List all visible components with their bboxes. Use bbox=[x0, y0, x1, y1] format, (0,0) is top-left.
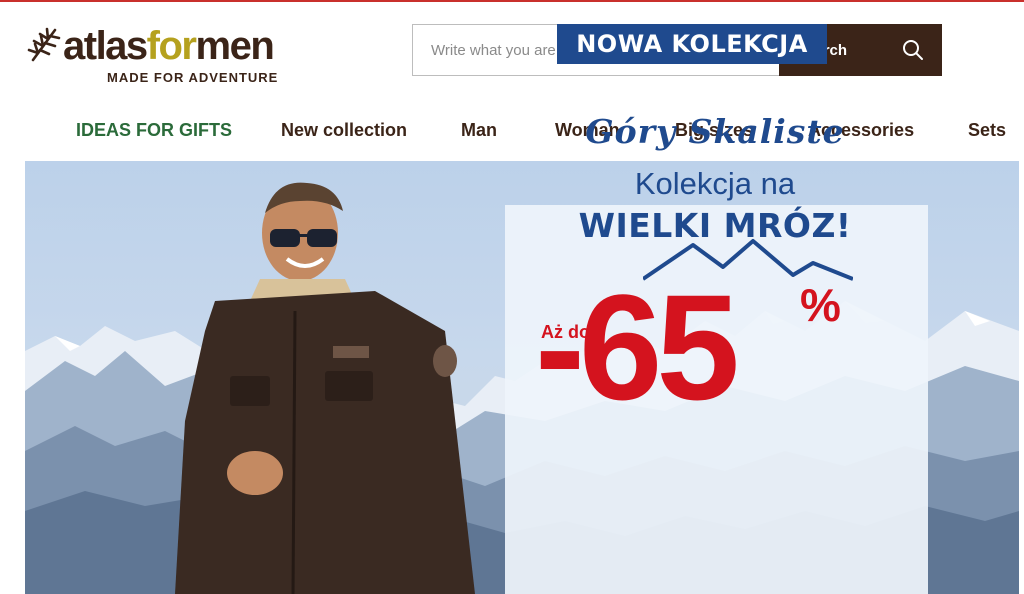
logo-part-for: for bbox=[146, 24, 197, 68]
top-accent-line bbox=[0, 0, 1024, 2]
logo-part-atlas: atlas bbox=[63, 24, 148, 68]
promo-collection-name: Góry Skaliste bbox=[585, 112, 845, 151]
search-icon bbox=[903, 40, 923, 60]
promo-percent-sign: % bbox=[800, 279, 841, 331]
promo-discount-value: -65 bbox=[535, 263, 740, 431]
nav-item-ideas-for-gifts[interactable]: IDEAS FOR GIFTS bbox=[76, 120, 232, 141]
site-logo[interactable]: atlasformen MADE FOR ADVENTURE bbox=[25, 22, 325, 90]
promo-headline-line1: Kolekcja na bbox=[634, 166, 796, 201]
tree-icon bbox=[27, 27, 61, 62]
promo-badge: NOWA KOLEKCJA bbox=[557, 24, 827, 64]
model-figure bbox=[175, 182, 475, 594]
nav-item-sets[interactable]: Sets bbox=[968, 120, 1006, 141]
promo-headline-line2: WIELKI MRÓZ! bbox=[578, 206, 852, 245]
logo-wordmark: atlasformen bbox=[63, 24, 275, 68]
nav-item-new-collection[interactable]: New collection bbox=[281, 120, 407, 141]
logo-tagline: MADE FOR ADVENTURE bbox=[107, 70, 279, 85]
logo-part-men: men bbox=[195, 24, 275, 68]
nav-item-man[interactable]: Man bbox=[461, 120, 497, 141]
